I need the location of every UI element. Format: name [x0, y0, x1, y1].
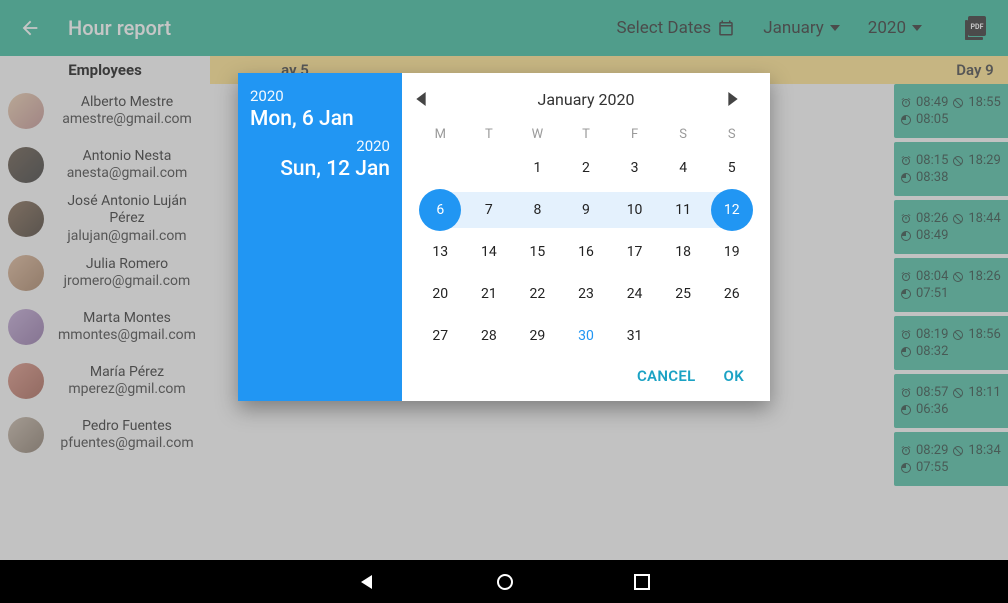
weekday-label: T: [465, 127, 514, 142]
calendar-day[interactable]: 22: [516, 273, 558, 315]
picker-calendar-panel: January 2020 MTWTFSS 1234567891011121314…: [402, 73, 770, 401]
calendar-day: [419, 147, 461, 189]
calendar-day[interactable]: 11: [662, 189, 704, 231]
calendar-day[interactable]: 20: [419, 273, 461, 315]
calendar-week: 6789101112: [416, 189, 756, 231]
calendar-day[interactable]: 31: [614, 315, 656, 357]
calendar-day[interactable]: 28: [468, 315, 510, 357]
calendar-day[interactable]: 14: [468, 231, 510, 273]
weekday-label: T: [562, 127, 611, 142]
calendar-day[interactable]: 29: [516, 315, 558, 357]
calendar-day[interactable]: 18: [662, 231, 704, 273]
end-year: 2020: [250, 137, 390, 155]
calendar-day: [711, 315, 753, 357]
nav-home-button[interactable]: [496, 573, 514, 591]
calendar-day[interactable]: 30: [565, 315, 607, 357]
weekday-label: S: [659, 127, 708, 142]
calendar-day[interactable]: 17: [614, 231, 656, 273]
calendar-weeks: 1234567891011121314151617181920212223242…: [416, 147, 756, 357]
calendar-day: [468, 147, 510, 189]
modal-overlay[interactable]: 2020 Mon, 6 Jan 2020 Sun, 12 Jan January…: [0, 0, 1008, 560]
calendar-day[interactable]: 26: [711, 273, 753, 315]
calendar-day[interactable]: 5: [711, 147, 753, 189]
calendar-day[interactable]: 21: [468, 273, 510, 315]
calendar-day[interactable]: 24: [614, 273, 656, 315]
start-year: 2020: [250, 87, 390, 105]
calendar-day[interactable]: 7: [468, 189, 510, 231]
weekday-label: M: [416, 127, 465, 142]
picker-summary-panel: 2020 Mon, 6 Jan 2020 Sun, 12 Jan: [238, 73, 402, 401]
calendar-day[interactable]: 1: [516, 147, 558, 189]
end-date: Sun, 12 Jan: [250, 157, 390, 181]
weekday-label: F: [610, 127, 659, 142]
nav-back-button[interactable]: [358, 573, 376, 591]
prev-month-button[interactable]: [416, 92, 444, 106]
calendar-week: 12345: [416, 147, 756, 189]
calendar-day[interactable]: 9: [565, 189, 607, 231]
calendar-day[interactable]: 15: [516, 231, 558, 273]
calendar-day[interactable]: 16: [565, 231, 607, 273]
cancel-button[interactable]: CANCEL: [637, 367, 696, 385]
next-month-button[interactable]: [728, 92, 756, 106]
calendar-day[interactable]: 23: [565, 273, 607, 315]
calendar-day[interactable]: 12: [711, 189, 753, 231]
nav-recent-button[interactable]: [634, 574, 650, 590]
calendar-day: [662, 315, 704, 357]
calendar-day[interactable]: 4: [662, 147, 704, 189]
calendar-day[interactable]: 3: [614, 147, 656, 189]
date-range-picker: 2020 Mon, 6 Jan 2020 Sun, 12 Jan January…: [238, 73, 770, 401]
weekday-label: W: [513, 127, 562, 142]
ok-button[interactable]: OK: [724, 367, 744, 385]
calendar-month-label: January 2020: [444, 90, 728, 109]
calendar-week: 2728293031: [416, 315, 756, 357]
calendar-week: 20212223242526: [416, 273, 756, 315]
weekday-label: S: [707, 127, 756, 142]
calendar-week: 13141516171819: [416, 231, 756, 273]
calendar-day[interactable]: 25: [662, 273, 704, 315]
calendar-day[interactable]: 19: [711, 231, 753, 273]
calendar-day[interactable]: 6: [419, 189, 461, 231]
weekday-header: MTWTFSS: [416, 121, 756, 147]
calendar-day[interactable]: 2: [565, 147, 607, 189]
start-date: Mon, 6 Jan: [250, 107, 390, 131]
calendar-day[interactable]: 10: [614, 189, 656, 231]
android-navbar: [0, 560, 1008, 603]
calendar-day[interactable]: 27: [419, 315, 461, 357]
calendar-day[interactable]: 13: [419, 231, 461, 273]
